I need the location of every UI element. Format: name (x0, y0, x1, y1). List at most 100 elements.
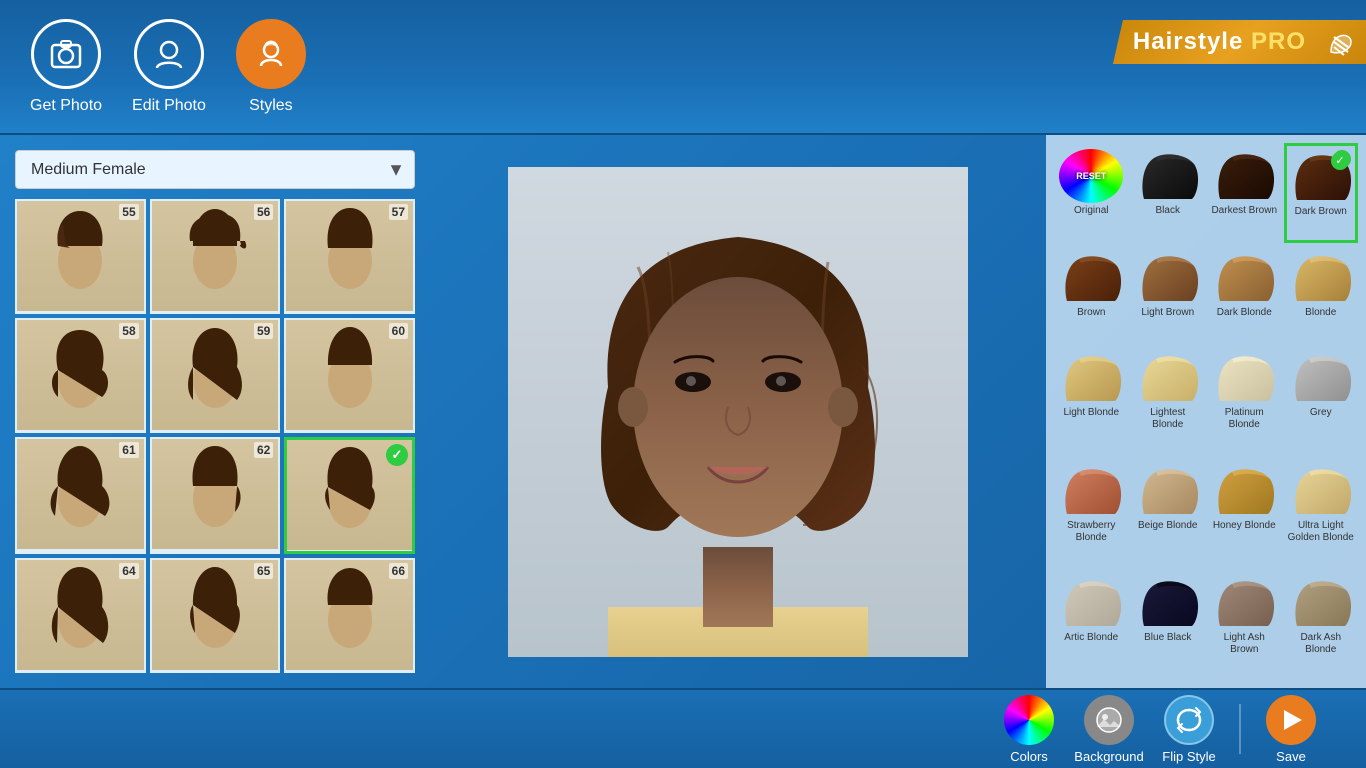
flip-style-label: Flip Style (1162, 749, 1215, 764)
color-strawberry-blonde[interactable]: Strawberry Blonde (1054, 458, 1129, 568)
color-artic-blonde[interactable]: Artic Blonde (1054, 570, 1129, 680)
style-num-58: 58 (119, 323, 138, 339)
dark-brown-swatch (1289, 150, 1353, 204)
grey-swatch (1289, 351, 1353, 405)
style-item-64[interactable]: 64 (15, 558, 146, 673)
footer: Colors Background Flip Style (0, 688, 1366, 768)
color-brown[interactable]: Brown (1054, 245, 1129, 343)
dark-ash-blonde-swatch (1289, 576, 1353, 630)
color-label-dark-ash-blonde: Dark Ash Blonde (1288, 632, 1355, 656)
style-num-64: 64 (119, 563, 138, 579)
color-ultra-light-golden-blonde[interactable]: Ultra Light Golden Blonde (1284, 458, 1359, 568)
color-blue-black[interactable]: Blue Black (1131, 570, 1206, 680)
style-num-57: 57 (389, 204, 408, 220)
app-title: Hairstyle PRO (1113, 20, 1366, 64)
style-item-55[interactable]: 55 (15, 199, 146, 314)
selected-check: ✓ (1333, 150, 1351, 168)
style-item-61[interactable]: 61 (15, 437, 146, 554)
style-item-56[interactable]: 56 (150, 199, 281, 314)
main-area: Medium Female Short Female Long Female S… (0, 135, 1366, 688)
style-num-66: 66 (389, 563, 408, 579)
color-original[interactable]: RESET Original (1054, 143, 1129, 243)
lightest-blonde-swatch (1136, 351, 1200, 405)
color-light-ash-brown[interactable]: Light Ash Brown (1207, 570, 1282, 680)
style-select[interactable]: Medium Female Short Female Long Female S… (15, 150, 415, 189)
color-beige-blonde[interactable]: Beige Blonde (1131, 458, 1206, 568)
color-label-honey-blonde: Honey Blonde (1213, 520, 1276, 532)
logo-area: Hairstyle PRO (1086, 0, 1366, 135)
style-item-59[interactable]: 59 (150, 318, 281, 433)
reset-swatch: RESET (1059, 149, 1123, 203)
nav-styles[interactable]: Styles (236, 19, 306, 115)
styles-icon (236, 19, 306, 89)
style-item-58[interactable]: 58 (15, 318, 146, 433)
color-grey[interactable]: Grey (1284, 345, 1359, 455)
style-item-57[interactable]: 57 (284, 199, 415, 314)
center-panel (430, 135, 1046, 688)
color-label-original: Original (1074, 205, 1108, 217)
style-num-55: 55 (119, 204, 138, 220)
footer-background-button[interactable]: Background (1074, 695, 1144, 764)
color-blonde[interactable]: Blonde (1284, 245, 1359, 343)
background-icon (1084, 695, 1134, 745)
dark-blonde-swatch (1212, 251, 1276, 305)
color-label-ultra-light-golden-blonde: Ultra Light Golden Blonde (1288, 520, 1355, 544)
save-label: Save (1276, 749, 1306, 764)
colors-label: Colors (1010, 749, 1048, 764)
edit-photo-icon (134, 19, 204, 89)
platinum-blonde-swatch (1212, 351, 1276, 405)
footer-flip-style-button[interactable]: Flip Style (1154, 695, 1224, 764)
color-label-dark-brown: Dark Brown (1295, 206, 1347, 218)
artic-blonde-swatch (1059, 576, 1123, 630)
color-label-dark-blonde: Dark Blonde (1217, 307, 1272, 319)
color-darkest-brown[interactable]: Darkest Brown (1207, 143, 1282, 243)
preview-face-svg (508, 167, 968, 657)
style-item-66[interactable]: 66 (284, 558, 415, 673)
style-num-62: 62 (254, 442, 273, 458)
color-light-blonde[interactable]: Light Blonde (1054, 345, 1129, 455)
style-num-59: 59 (254, 323, 273, 339)
style-item-63[interactable]: ✓ (284, 437, 415, 554)
color-grid: RESET Original Black Darkest Brown (1054, 143, 1358, 680)
footer-colors-button[interactable]: Colors (994, 695, 1064, 764)
color-label-platinum-blonde: Platinum Blonde (1211, 407, 1278, 431)
color-label-beige-blonde: Beige Blonde (1138, 520, 1198, 532)
light-ash-brown-swatch (1212, 576, 1276, 630)
blue-black-swatch (1136, 576, 1200, 630)
brown-swatch (1059, 251, 1123, 305)
style-category-dropdown[interactable]: Medium Female Short Female Long Female S… (15, 150, 415, 189)
background-label: Background (1074, 749, 1143, 764)
color-label-light-ash-brown: Light Ash Brown (1211, 632, 1278, 656)
footer-save-button[interactable]: Save (1256, 695, 1326, 764)
darkest-brown-swatch (1212, 149, 1276, 203)
style-num-56: 56 (254, 204, 273, 220)
color-label-brown: Brown (1077, 307, 1105, 319)
nav-edit-photo[interactable]: Edit Photo (132, 19, 206, 115)
honey-blonde-swatch (1212, 464, 1276, 518)
color-honey-blonde[interactable]: Honey Blonde (1207, 458, 1282, 568)
color-label-blonde: Blonde (1305, 307, 1336, 319)
color-label-blue-black: Blue Black (1144, 632, 1191, 644)
preview-container (508, 167, 968, 657)
color-platinum-blonde[interactable]: Platinum Blonde (1207, 345, 1282, 455)
color-dark-ash-blonde[interactable]: Dark Ash Blonde (1284, 570, 1359, 680)
get-photo-label: Get Photo (30, 97, 102, 115)
color-black[interactable]: Black (1131, 143, 1206, 243)
style-item-60[interactable]: 60 (284, 318, 415, 433)
left-panel: Medium Female Short Female Long Female S… (0, 135, 430, 688)
color-label-light-brown: Light Brown (1141, 307, 1194, 319)
color-light-brown[interactable]: Light Brown (1131, 245, 1206, 343)
color-dark-brown[interactable]: ✓ Dark Brown (1284, 143, 1359, 243)
color-panel: RESET Original Black Darkest Brown (1046, 135, 1366, 688)
style-grid: 55 56 57 (15, 199, 415, 673)
nav-get-photo[interactable]: Get Photo (30, 19, 102, 115)
header: Get Photo Edit Photo Styles Hairstyle PR… (0, 0, 1366, 135)
style-item-65[interactable]: 65 (150, 558, 281, 673)
color-lightest-blonde[interactable]: Lightest Blonde (1131, 345, 1206, 455)
style-item-62[interactable]: 62 (150, 437, 281, 554)
color-dark-blonde[interactable]: Dark Blonde (1207, 245, 1282, 343)
style-num-60: 60 (389, 323, 408, 339)
selected-check-badge: ✓ (386, 444, 408, 466)
footer-divider (1239, 704, 1241, 754)
blonde-swatch (1289, 251, 1353, 305)
